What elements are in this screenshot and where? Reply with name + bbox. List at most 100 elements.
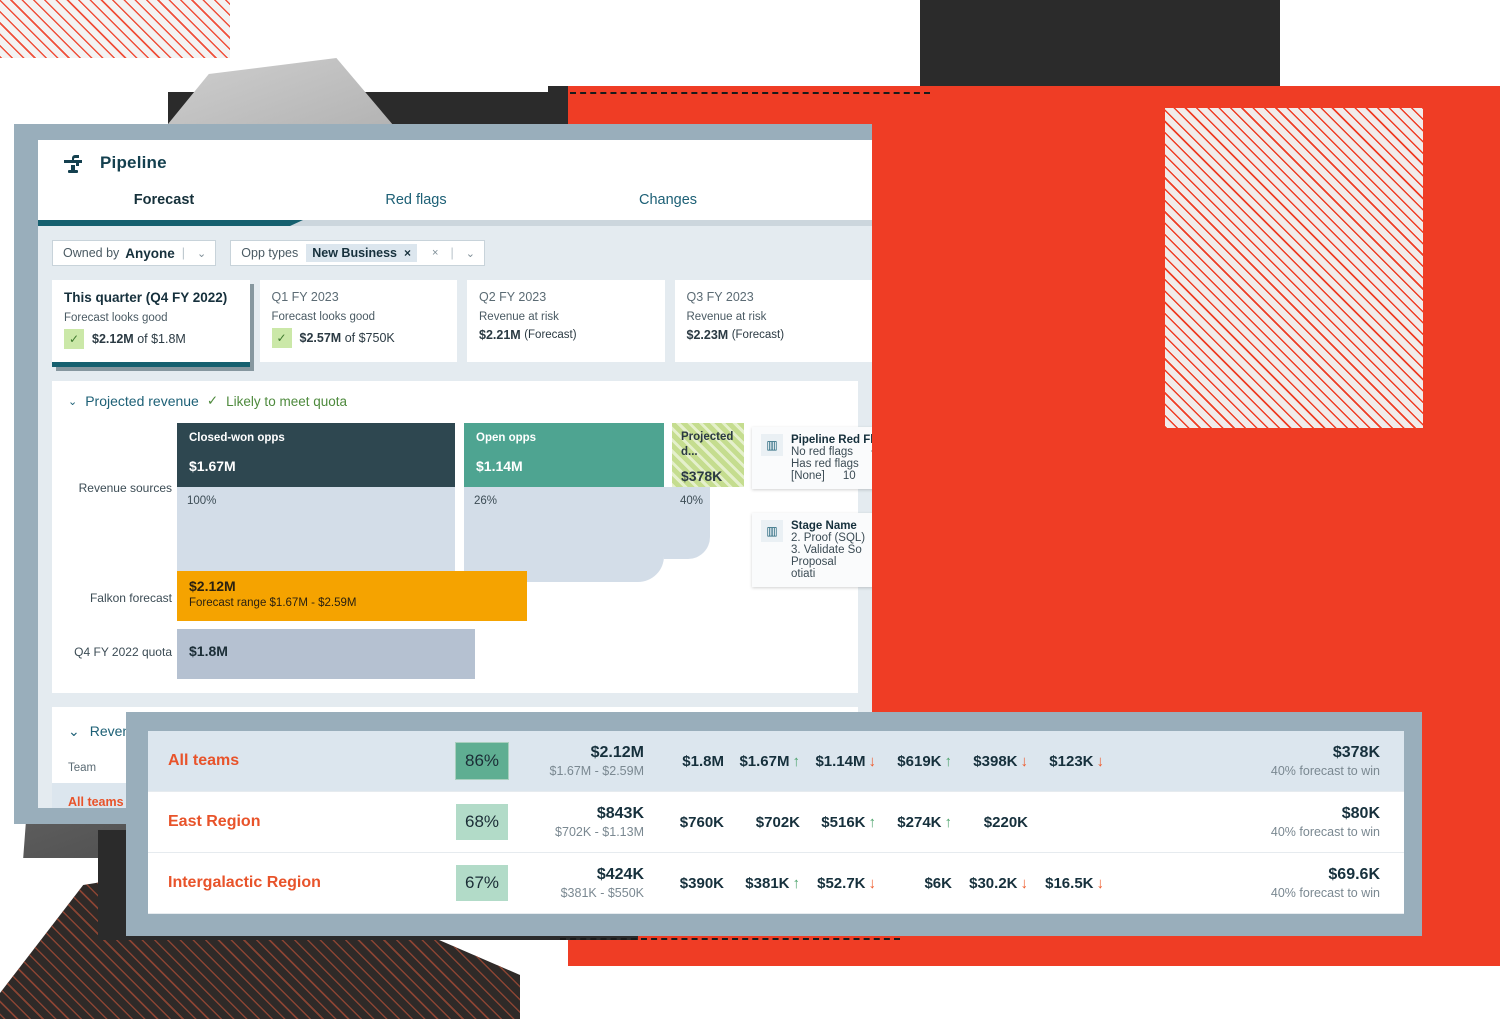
team-name[interactable]: East Region: [148, 813, 438, 831]
tab-forecast[interactable]: Forecast: [38, 186, 290, 208]
popup-stage-name[interactable]: ▥ Stage Name 2. Proof (SQL) 3. Validate …: [752, 513, 872, 587]
chevron-down-icon[interactable]: ⌄: [68, 395, 77, 408]
tab-red-flags[interactable]: Red flags: [290, 186, 542, 208]
quota-status-text: Likely to meet quota: [226, 393, 347, 409]
close-icon[interactable]: ×: [404, 246, 411, 260]
arrow-down-icon: ↓: [1096, 752, 1105, 770]
revenue-sankey-chart: Revenue sources Closed-won opps $1.67M O…: [52, 423, 872, 703]
quarter-title: Q3 FY 2023: [686, 290, 754, 304]
bar-value: $1.67M: [189, 458, 236, 474]
tab-bar: Forecast Red flags Changes: [38, 186, 872, 226]
popup-row: Proposal: [791, 556, 865, 568]
team-name[interactable]: Intergalactic Region: [148, 874, 438, 892]
chevron-down-icon[interactable]: ⌄: [68, 723, 80, 740]
quarter-status: Forecast looks good: [64, 312, 168, 324]
forecast-range: $1.67M - $2.59M: [549, 764, 645, 778]
metric-value: $381K: [745, 874, 790, 892]
metric-cell: $6K: [876, 875, 952, 892]
arrow-up-icon: ↑: [792, 874, 801, 892]
quarter-suffix: (Forecast): [524, 329, 577, 341]
popup-row: Has red flags < 0: [791, 458, 872, 470]
metric-value: $220K: [983, 813, 1028, 831]
quarter-cards: This quarter (Q4 FY 2022) Forecast looks…: [38, 266, 872, 367]
check-icon: ✓: [206, 393, 219, 408]
quarter-card-q1[interactable]: Q1 FY 2023 Forecast looks good ✓ $2.57M …: [259, 280, 457, 362]
chevron-down-icon[interactable]: ⌄: [192, 247, 211, 260]
arrow-up-icon: ↑: [868, 813, 877, 831]
forecast-cell: $2.12M $1.67M - $2.59M: [526, 744, 648, 778]
arrow-up-icon: ↑: [792, 752, 801, 770]
quarter-card-q3[interactable]: Q3 FY 2023 Revenue at risk $2.23M (Forec…: [674, 280, 872, 362]
quarter-title: This quarter (Q4 FY 2022): [64, 290, 228, 305]
popup-row-label: No red flags: [791, 446, 854, 458]
faucet-icon: [64, 155, 82, 173]
tab-changes[interactable]: Changes: [542, 186, 794, 208]
popup-row: 2. Proof (SQL): [791, 532, 865, 544]
metric-value: $1.8M: [682, 752, 724, 770]
metric-cell: $619K ↑: [876, 753, 952, 770]
quarter-card-q2[interactable]: Q2 FY 2023 Revenue at risk $2.21M (Forec…: [467, 280, 665, 362]
owned-by-value: Anyone: [125, 245, 175, 261]
popup-title: Pipeline Red Flags: [791, 434, 872, 446]
table-row[interactable]: East Region 68% $843K $702K - $1.13M $76…: [148, 792, 1404, 853]
popup-row: 3. Validate So: [791, 544, 865, 556]
check-icon: ✓: [271, 328, 292, 348]
opp-type-chip-label: New Business: [312, 246, 398, 260]
team-name[interactable]: All teams: [148, 752, 438, 770]
row-label-quota: Q4 FY 2022 quota: [74, 645, 172, 659]
metric-value: $1.67M: [739, 752, 790, 770]
arrow-down-icon: ↓: [1096, 874, 1105, 892]
popup-row-label: [None]: [791, 470, 825, 482]
filter-bar: Owned by Anyone | ⌄ Opp types New Busine…: [38, 236, 872, 266]
popup-row-label: Proposal: [791, 556, 837, 568]
metric-value: $619K: [897, 752, 942, 770]
arrow-down-icon: ↓: [868, 752, 877, 770]
percent-open-opps: 26%: [474, 495, 498, 507]
team-forecast-table: All teams 86% $2.12M $1.67M - $2.59M $1.…: [148, 731, 1404, 914]
black-shape-top: [920, 0, 1280, 88]
app-titlebar: Pipeline: [38, 140, 872, 186]
popup-pipeline-red-flags[interactable]: ▥ Pipeline Red Flags No red flags < 0. H…: [752, 427, 872, 489]
popup-row-label: Has red flags: [791, 458, 859, 470]
bar-quota[interactable]: $1.8M: [177, 629, 475, 679]
metric-value: $6K: [924, 874, 952, 892]
metric-cell: $274K ↑: [876, 814, 952, 831]
metric-value: $1.14M: [815, 752, 866, 770]
projected-revenue-header[interactable]: ⌄ Projected revenue ✓ Likely to meet quo…: [52, 393, 858, 409]
arrow-up-icon: ↑: [944, 752, 953, 770]
hatched-shape-upper: [0, 0, 230, 58]
table-row[interactable]: Intergalactic Region 67% $424K $381K - $…: [148, 853, 1404, 914]
forecast-range: $381K - $550K: [560, 886, 644, 900]
projected-note: 40% forecast to win: [1270, 886, 1380, 900]
percent-cell: 68%: [438, 804, 526, 840]
owned-by-filter[interactable]: Owned by Anyone | ⌄: [52, 240, 217, 266]
clear-filter-icon[interactable]: ×: [427, 247, 443, 259]
metric-cell: $52.7K ↓: [800, 875, 876, 892]
chart-add-icon: ▥: [761, 520, 783, 542]
metric-value: $30.2K: [969, 874, 1018, 892]
row-label-revenue-sources: Revenue sources: [78, 481, 172, 495]
projected-cell: $80K 40% forecast to win: [1104, 805, 1404, 839]
bar-value: $378K: [681, 468, 723, 484]
bar-closed-won-opps[interactable]: Closed-won opps $1.67M: [177, 423, 455, 487]
bar-projected[interactable]: Projected d... $378K: [672, 423, 744, 487]
metric-value: $52.7K: [817, 874, 866, 892]
bar-falkon-forecast[interactable]: $2.12M Forecast range $1.67M - $2.59M: [177, 571, 527, 621]
dashed-line-top: [570, 92, 930, 94]
arrow-down-icon: ↓: [1020, 874, 1029, 892]
pipeline-app-window: Pipeline Forecast Red flags Changes Owne…: [38, 140, 872, 808]
chevron-down-icon[interactable]: ⌄: [461, 247, 480, 260]
bar-open-opps[interactable]: Open opps $1.14M: [464, 423, 664, 487]
metric-cell: $1.14M ↓: [800, 753, 876, 770]
metric-value: $398K: [973, 752, 1018, 770]
metric-cell: $516K ↑: [800, 814, 876, 831]
table-row[interactable]: All teams 86% $2.12M $1.67M - $2.59M $1.…: [148, 731, 1404, 792]
opp-type-chip[interactable]: New Business ×: [306, 244, 418, 262]
metric-cell: $16.5K ↓: [1028, 875, 1104, 892]
red-hatched-panel: [1165, 108, 1423, 428]
quarter-amount: $2.12M: [92, 332, 134, 346]
bar-value: $1.14M: [476, 458, 523, 474]
popup-row: No red flags < 0.: [791, 446, 872, 458]
quarter-card-current[interactable]: This quarter (Q4 FY 2022) Forecast looks…: [52, 280, 250, 367]
opp-types-filter[interactable]: Opp types New Business × × | ⌄: [230, 240, 485, 266]
